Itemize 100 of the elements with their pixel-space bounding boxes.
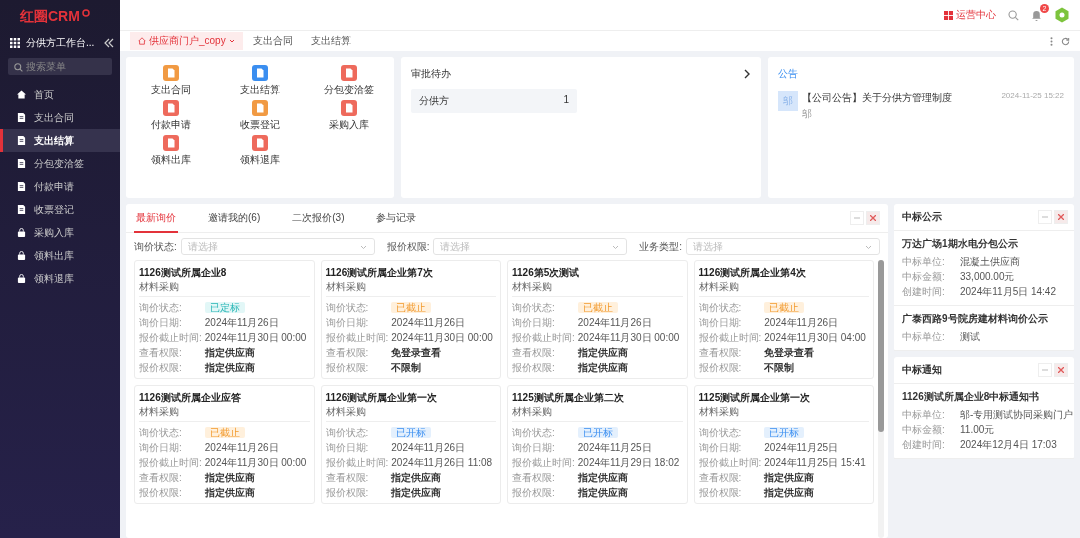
inquiry-type: 材料采购: [698, 280, 869, 297]
select-field[interactable]: 请选择: [180, 238, 375, 255]
field-label: 询价日期:: [512, 441, 556, 455]
status-tag: 已截止: [764, 302, 805, 313]
workspace-title[interactable]: 分供方工作台...: [26, 36, 98, 50]
field-value: 2024年11月30日 00:00: [391, 331, 493, 345]
award-title[interactable]: 1126测试所属企业8中标通知书: [902, 390, 1066, 404]
nav-item[interactable]: 领料出库: [0, 244, 120, 267]
inquiry-type: 材料采购: [139, 405, 310, 422]
nav-item[interactable]: 首页: [0, 83, 120, 106]
field-label: 询价状态:: [698, 301, 743, 315]
inquiry-tab[interactable]: 二次报价(3): [290, 204, 347, 233]
chevron-right-icon[interactable]: [744, 69, 751, 79]
ops-center-link[interactable]: 运营中心: [944, 8, 996, 22]
nav-item[interactable]: 付款申请: [0, 175, 120, 198]
approval-item[interactable]: 分供方 1: [411, 89, 577, 113]
field-label: 报价权限:: [325, 486, 370, 500]
field-value: 不限制: [391, 361, 423, 375]
field-value: 2024年11月30日 00:00: [577, 331, 680, 345]
nav-item[interactable]: 支出结算: [0, 129, 120, 152]
inquiry-card[interactable]: 1126测试所属企业第一次 材料采购 询价状态: 已开标 询价日期: 2024年11月26日 报价截止时间: 2024年11月26日 11:08 查看权限: 指定供应商 报价权限: 指定供应商: [320, 385, 501, 504]
close-icon: [1058, 214, 1064, 220]
minimize-icon: [1042, 214, 1048, 220]
refresh-icon[interactable]: [1061, 36, 1070, 46]
quick-link[interactable]: 领料出库: [126, 135, 216, 167]
quick-link[interactable]: 采购入库: [304, 100, 394, 132]
inquiry-tab[interactable]: 最新询价: [134, 204, 178, 233]
field-label: 询价状态:: [325, 426, 370, 440]
field-value: 2024年11月29日 18:02: [577, 456, 680, 470]
nav-item[interactable]: 采购入库: [0, 221, 120, 244]
field-label: 询价日期:: [325, 441, 370, 455]
inquiry-card[interactable]: 1126测试所属企业第4次 材料采购 询价状态: 已截止 询价日期: 2024年11月26日 报价截止时间: 2024年11月30日 04:00 查看权限: 免登录查看 报价权限: 不限制: [693, 260, 874, 379]
page-tab[interactable]: 支出结算: [302, 32, 359, 50]
status-tag: 已截止: [577, 302, 618, 313]
search-field[interactable]: 搜索菜单: [8, 58, 112, 75]
status-tag: 已开标: [577, 427, 618, 438]
select-field[interactable]: 请选择: [686, 238, 880, 255]
field-label: 询价日期:: [139, 316, 183, 330]
search-icon[interactable]: [1008, 9, 1019, 21]
field-value: 指定供应商: [204, 346, 256, 360]
award-title[interactable]: 万达广场1期水电分包公示: [902, 237, 1066, 251]
field-value: 指定供应商: [204, 471, 256, 485]
inquiry-tab[interactable]: 邀请我的(6): [206, 204, 263, 233]
close-button[interactable]: [1054, 210, 1068, 224]
home-icon: [138, 37, 146, 45]
field-label: 查看权限:: [139, 346, 183, 360]
inquiry-card[interactable]: 1126测试所属企业8 材料采购 询价状态: 已定标 询价日期: 2024年11月26日 报价截止时间: 2024年11月30日 00:00 查看权限: 指定供应商 报价权限: 指定供应商: [134, 260, 315, 379]
quick-link[interactable]: 领料退库: [215, 135, 305, 167]
grid-icon[interactable]: [10, 38, 20, 48]
field-value: 2024年11月25日 15:41: [764, 456, 866, 470]
filter-label: 询价状态:: [134, 239, 177, 254]
nav-item[interactable]: 分包变洽签: [0, 152, 120, 175]
field-value: 2024年12月4日 17:03: [960, 438, 1057, 452]
field-label: 报价权限:: [139, 361, 183, 375]
inquiry-title: 1125测试所属企业第一次: [698, 391, 812, 405]
caret-icon: [612, 245, 620, 250]
quick-link[interactable]: 付款申请: [126, 100, 216, 132]
inquiry-card[interactable]: 1126测试所属企业应答 材料采购 询价状态: 已截止 询价日期: 2024年11月26日 报价截止时间: 2024年11月30日 00:00 查看权限: 指定供应商 报价权限: 指定供应商: [134, 385, 315, 504]
nav-item[interactable]: 领料退库: [0, 267, 120, 290]
field-value: 11.00元: [960, 423, 995, 437]
more-icon[interactable]: [1050, 36, 1053, 46]
quick-link[interactable]: 收票登记: [215, 100, 305, 132]
field-label: 报价权限:: [139, 486, 183, 500]
field-value: 2024年11月30日 04:00: [764, 331, 866, 345]
scrollbar[interactable]: [878, 260, 884, 538]
select-field[interactable]: 请选择: [433, 238, 628, 255]
nav-item[interactable]: 支出合同: [0, 106, 120, 129]
nav-item[interactable]: 收票登记: [0, 198, 120, 221]
collapse-icon[interactable]: [104, 38, 114, 48]
caret-icon: [228, 38, 235, 44]
close-button[interactable]: [1054, 363, 1068, 377]
bell-icon[interactable]: [1031, 9, 1042, 21]
close-button[interactable]: [866, 211, 880, 225]
inquiry-card[interactable]: 1126测试所属企业第7次 材料采购 询价状态: 已截止 询价日期: 2024年11月26日 报价截止时间: 2024年11月30日 00:00 查看权限: 免登录查看 报价权限: 不限制: [320, 260, 501, 379]
quick-link[interactable]: 支出合同: [126, 65, 216, 97]
inquiry-card[interactable]: 1125测试所属企业第一次 材料采购 询价状态: 已开标 询价日期: 2024年11月25日 报价截止时间: 2024年11月25日 15:41 查看权限: 指定供应商 报价权限: 指定供应商: [693, 385, 874, 504]
field-label: 查看权限:: [325, 346, 370, 360]
inquiry-card[interactable]: 1126第5次测试 材料采购 询价状态: 已截止 询价日期: 2024年11月26日 报价截止时间: 2024年11月30日 00:00 查看权限: 指定供应商 报价权限: 指定供应商: [507, 260, 688, 379]
page-tab[interactable]: 支出合同: [244, 32, 301, 50]
status-tag: 已定标: [204, 302, 245, 313]
page-tab[interactable]: 供应商门户_copy: [130, 32, 243, 50]
field-label: 查看权限:: [698, 346, 743, 360]
minimize-icon: [1042, 367, 1048, 373]
quick-link[interactable]: 支出结算: [215, 65, 305, 97]
avatar[interactable]: [1054, 7, 1070, 23]
minimize-icon: [854, 215, 860, 221]
lock-icon: [17, 228, 26, 237]
award-title[interactable]: 广泰西路9号院房建材料询价公示: [902, 312, 1066, 326]
inquiry-tab[interactable]: 参与记录: [374, 204, 419, 233]
field-label: 查看权限:: [139, 471, 183, 485]
notice-link[interactable]: 【公司公告】关于分供方管理制度: [802, 91, 952, 105]
field-value: 2024年11月26日: [391, 441, 467, 455]
quick-link[interactable]: 分包变洽签: [304, 65, 394, 97]
field-label: 查看权限:: [512, 346, 556, 360]
field-label: 中标单位:: [902, 330, 946, 344]
field-value: 指定供应商: [764, 471, 816, 485]
field-label: 报价截止时间:: [325, 456, 389, 470]
field-label: 报价权限:: [698, 361, 743, 375]
inquiry-card[interactable]: 1125测试所属企业第二次 材料采购 询价状态: 已开标 询价日期: 2024年11月25日 报价截止时间: 2024年11月29日 18:02 查看权限: 指定供应商 报价权限: 指定供应商: [507, 385, 688, 504]
status-tag: 已截止: [204, 427, 245, 438]
